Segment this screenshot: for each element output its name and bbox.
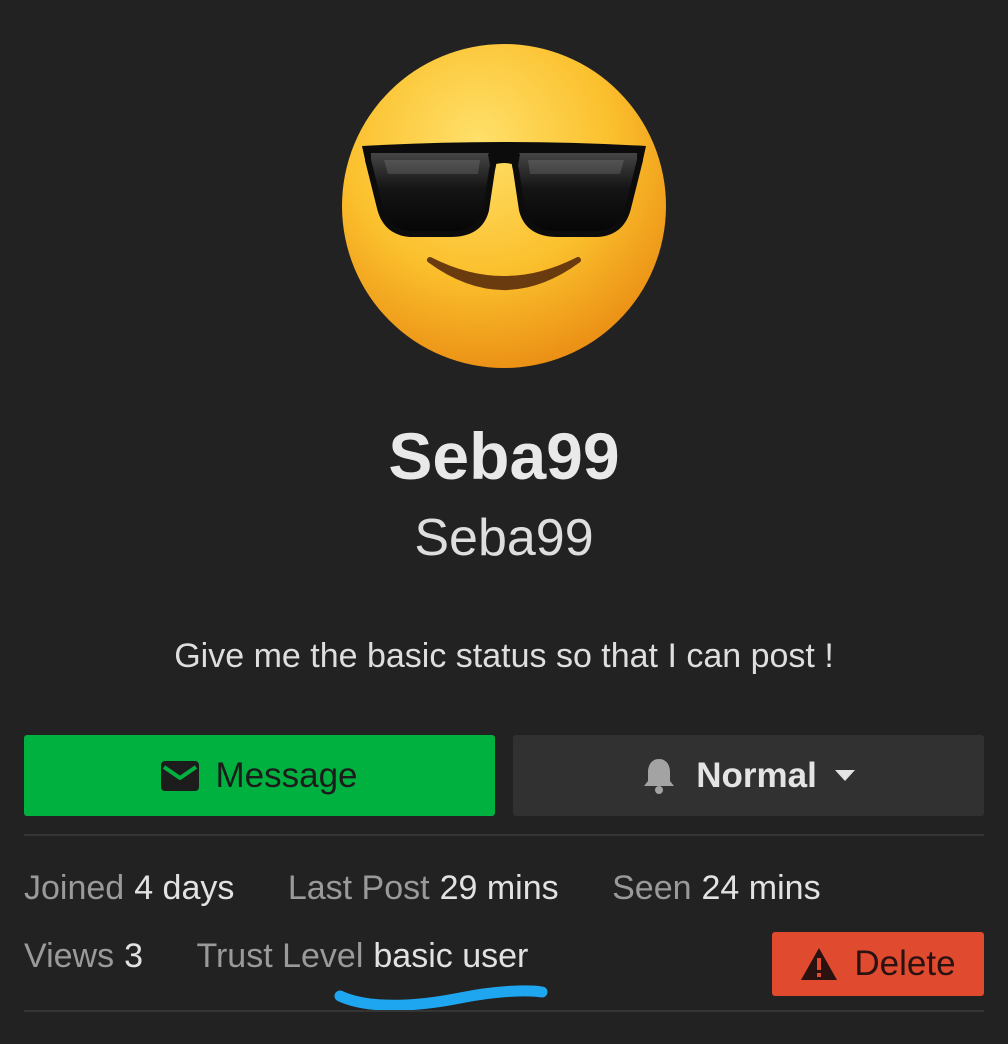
stat-views: Views 3 [24,934,143,978]
stat-joined-value: 4 days [134,869,235,907]
message-button-label: Message [215,755,358,795]
username: Seba99 [414,509,594,567]
stat-last-post-label: Last Post [287,869,430,907]
stat-seen-label: Seen [612,869,692,907]
stat-seen-value: 24 mins [701,869,821,907]
delete-button-label: Delete [854,944,956,983]
annotation-underline [334,985,548,1011]
caret-down-icon [834,769,855,782]
avatar[interactable] [340,42,668,370]
stat-seen: Seen 24 mins [612,866,820,910]
notification-level-label: Normal [696,755,817,795]
user-bio: Give me the basic status so that I can p… [174,637,834,675]
user-stats-row-2: Views 3 Trust Level basic user [24,934,572,978]
stat-trust-level-value: basic user [373,937,529,975]
stat-last-post-value[interactable]: 29 mins [440,869,559,907]
warning-icon [800,947,838,981]
message-button[interactable]: Message [24,735,495,816]
user-stats-row-1: Joined 4 days Last Post 29 mins Seen 24 min… [24,866,865,910]
stat-joined-label: Joined [24,869,125,907]
envelope-icon [161,760,200,791]
stat-joined: Joined 4 days [24,866,234,910]
display-name: Seba99 [388,419,620,493]
stat-views-label: Views [24,937,115,975]
divider [24,834,984,836]
divider [24,1010,984,1012]
bell-icon [642,757,676,795]
delete-user-button[interactable]: Delete [772,932,984,996]
stat-trust-level-label: Trust Level [196,937,364,975]
sunglasses-emoji-icon [342,44,666,368]
stat-trust-level: Trust Level basic user [196,934,528,978]
stat-last-post: Last Post 29 mins [288,866,559,910]
stat-views-value: 3 [124,937,144,975]
notification-level-dropdown[interactable]: Normal [513,735,984,816]
